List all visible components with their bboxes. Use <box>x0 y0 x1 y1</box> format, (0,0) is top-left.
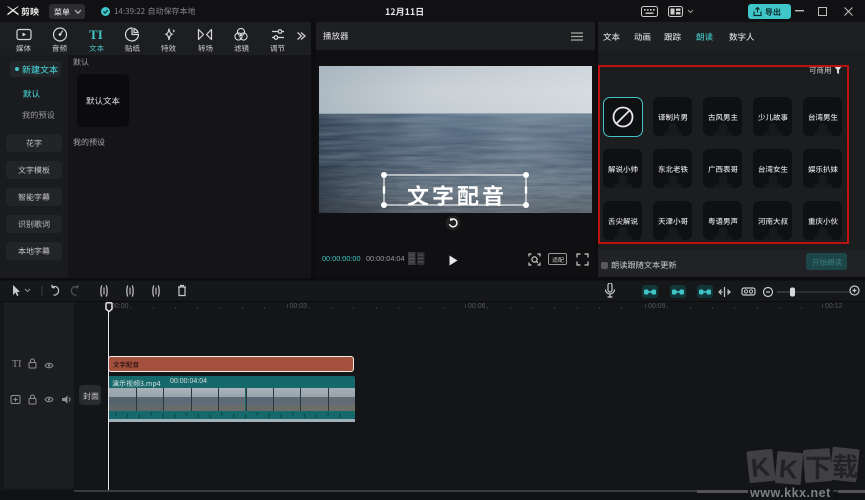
svg-text:TI: TI <box>12 359 21 369</box>
svg-text:TI: TI <box>89 27 103 42</box>
